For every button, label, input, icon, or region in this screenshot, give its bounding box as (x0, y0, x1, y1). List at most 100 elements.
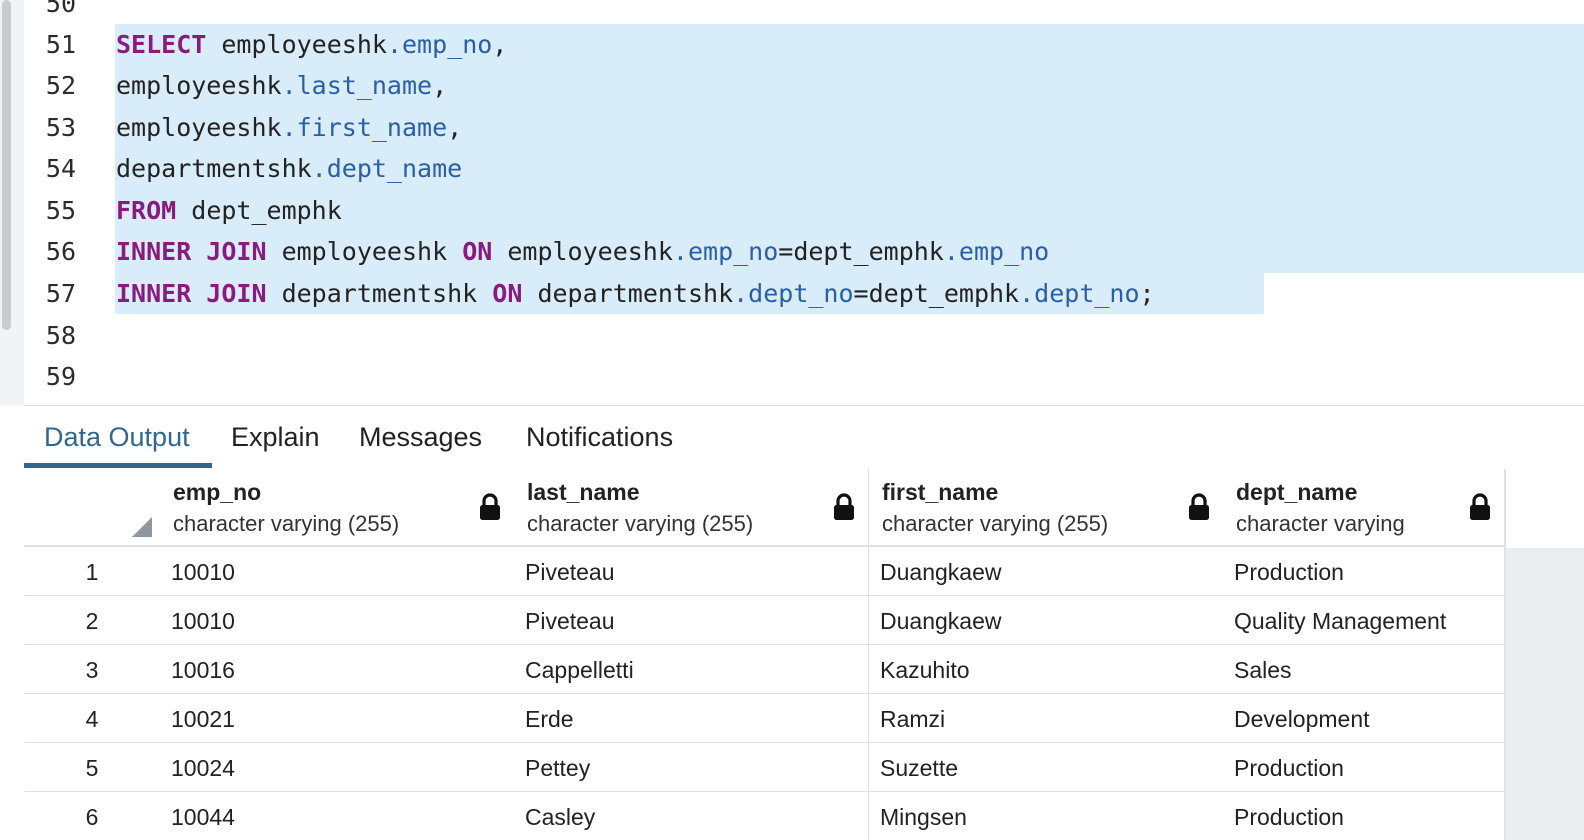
code-line[interactable]: 56 INNER JOIN employeeshk ON employeeshk.… (24, 231, 1584, 272)
left-scrollbar-thumb[interactable] (2, 0, 11, 330)
table-cell[interactable]: Production (1223, 547, 1506, 597)
table-cell[interactable]: Casley (514, 792, 870, 840)
sql-keyword: SELECT (116, 30, 207, 59)
table-cell[interactable]: 10021 (160, 694, 516, 744)
table-cell[interactable]: 10016 (160, 645, 516, 695)
code-token: employeeshk (116, 113, 282, 142)
column-name: last_name (527, 479, 640, 505)
row-number[interactable]: 2 (24, 596, 162, 646)
row-number[interactable]: 4 (24, 694, 162, 744)
select-all-corner[interactable] (24, 469, 162, 547)
column-reference: .emp_no (943, 237, 1050, 266)
table-cell[interactable]: Erde (514, 694, 870, 744)
row-number[interactable]: 6 (24, 792, 162, 840)
line-number: 52 (45, 71, 76, 100)
column-reference: .emp_no (672, 237, 779, 266)
table-cell[interactable]: Quality Management (1223, 596, 1506, 646)
table-cell[interactable]: Ramzi (869, 694, 1225, 744)
code-token: employeeshk (116, 71, 282, 100)
table-cell[interactable]: Development (1223, 694, 1506, 744)
table-cell[interactable]: Production (1223, 792, 1506, 840)
sql-keyword: INNER JOIN (116, 279, 267, 308)
tab-notifications-label: Notifications (526, 422, 674, 452)
code-line[interactable]: 59 (24, 356, 1584, 397)
sql-keyword: FROM (116, 196, 177, 225)
column-type: character varying (255) (527, 511, 754, 536)
code-line[interactable]: 53 employeeshk.first_name, (24, 107, 1584, 148)
code-line[interactable]: 58 (24, 315, 1584, 356)
column-reference: .dept_no (1019, 279, 1140, 308)
column-type: character varying (255) (882, 511, 1109, 536)
table-cell[interactable]: 10024 (160, 743, 516, 793)
table-cell[interactable]: Cappelletti (514, 645, 870, 695)
line-number: 53 (45, 113, 76, 142)
line-number: 51 (45, 30, 76, 59)
code-token: , (492, 30, 508, 59)
line-number: 50 (45, 0, 76, 18)
app-root: 50 51 SELECT employeeshk.emp_no, 52 employee… (0, 0, 1584, 840)
line-number: 59 (45, 362, 76, 391)
line-number: 55 (45, 196, 76, 225)
column-header-dept-name[interactable]: dept_name character varying (1223, 469, 1506, 547)
code-line[interactable]: 55 FROM dept_emphk (24, 190, 1584, 231)
table-cell[interactable]: 10044 (160, 792, 516, 840)
line-number: 56 (45, 237, 76, 266)
tab-explain[interactable]: Explain (231, 406, 320, 468)
table-cell[interactable]: 10010 (160, 547, 516, 597)
table-cell[interactable]: Piveteau (514, 596, 870, 646)
line-number: 57 (45, 279, 76, 308)
table-cell[interactable]: Sales (1223, 645, 1506, 695)
code-token: , (447, 113, 463, 142)
output-tabs: Data Output Explain Messages Notificatio… (24, 405, 1584, 470)
lock-icon (1188, 493, 1210, 521)
table-cell[interactable]: 10010 (160, 596, 516, 646)
code-token: dept_emphk (176, 196, 342, 225)
code-token: =dept_emphk (853, 279, 1020, 308)
table-cell[interactable]: Mingsen (869, 792, 1225, 840)
code-line[interactable]: 51 SELECT employeeshk.emp_no, (24, 24, 1584, 65)
code-text: departmentshk.dept_name (116, 148, 462, 189)
lock-icon (1469, 493, 1491, 521)
row-number[interactable]: 3 (24, 645, 162, 695)
left-scrollbar-track[interactable] (0, 0, 24, 405)
tab-messages[interactable]: Messages (359, 406, 482, 468)
table-cell[interactable]: Production (1223, 743, 1506, 793)
lock-icon (833, 493, 855, 521)
column-reference: .last_name (281, 71, 433, 100)
column-type: character varying (1236, 511, 1405, 536)
code-token: employeeshk (206, 30, 387, 59)
column-header-emp-no[interactable]: emp_no character varying (255) (160, 469, 516, 547)
sql-editor[interactable]: 50 51 SELECT employeeshk .emp_no, 52 employee… (24, 0, 1584, 404)
table-cell[interactable]: Suzette (869, 743, 1225, 793)
table-cell[interactable]: Piveteau (514, 547, 870, 597)
column-reference: .dept_name (311, 154, 463, 183)
table-cell[interactable]: Pettey (514, 743, 870, 793)
tab-explain-label: Explain (231, 422, 320, 452)
code-line[interactable]: 57 INNER JOIN departmentshk ON department… (24, 273, 1584, 314)
code-line[interactable]: 50 (24, 0, 1584, 24)
table-cell[interactable]: Duangkaew (869, 596, 1225, 646)
code-line[interactable]: 54 departmentshk.dept_name (24, 148, 1584, 189)
code-text: FROM dept_emphk (116, 190, 342, 231)
grid-empty-area (1506, 548, 1584, 840)
table-cell[interactable]: Duangkaew (869, 547, 1225, 597)
table-cell[interactable]: Kazuhito (869, 645, 1225, 695)
code-token: departmentshk (116, 154, 312, 183)
row-number[interactable]: 5 (24, 743, 162, 793)
column-type: character varying (255) (173, 511, 400, 536)
code-token: =dept_emphk (778, 237, 944, 266)
column-reference: .first_name (281, 113, 448, 142)
sql-keyword: ON (492, 279, 523, 308)
tab-notifications[interactable]: Notifications (526, 406, 673, 468)
code-text: employeeshk.last_name, (116, 65, 447, 106)
code-line[interactable]: 52 employeeshk.last_name, (24, 65, 1584, 106)
column-name: emp_no (173, 479, 262, 505)
row-number[interactable]: 1 (24, 547, 162, 597)
code-text: INNER JOIN departmentshk ON departmentsh… (116, 273, 1155, 314)
code-text: employeeshk.first_name, (116, 107, 462, 148)
data-output-grid: emp_no character varying (255) last_namech… (24, 469, 1584, 840)
column-header-first-name[interactable]: first_name character varying (255) (869, 469, 1225, 547)
code-token: employeeshk (266, 237, 463, 266)
tab-data-output[interactable]: Data Output (44, 406, 190, 468)
column-header-last-name[interactable]: last_name character varying (255) (514, 469, 870, 547)
